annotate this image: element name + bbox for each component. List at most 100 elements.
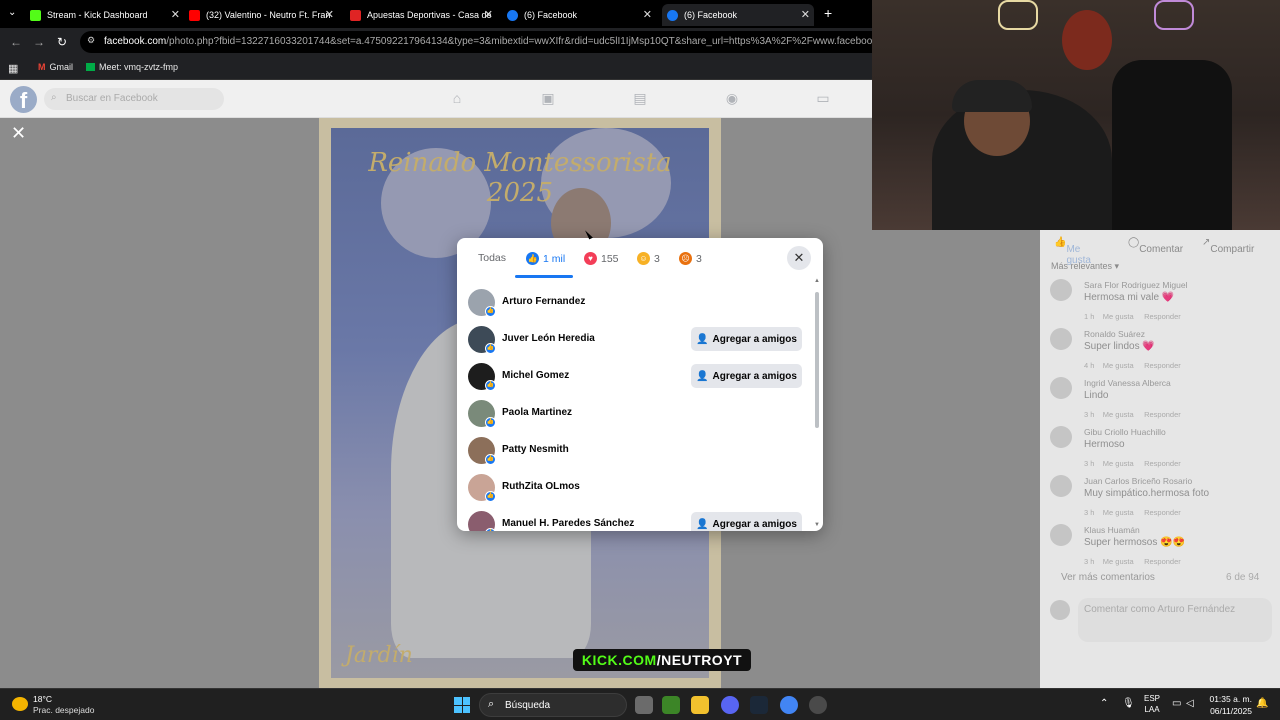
more-comments-link[interactable]: Ver más comentarios: [1061, 572, 1155, 583]
back-icon[interactable]: ←: [10, 35, 22, 49]
tab-care-reactions[interactable]: ☺ 3: [637, 252, 660, 265]
groups-icon[interactable]: ◉: [722, 90, 742, 108]
person-name[interactable]: Patty Nesmith: [502, 444, 569, 455]
tab-youtube[interactable]: (32) Valentino - Neutro Ft. Fran ✕: [189, 4, 334, 26]
avatar[interactable]: [1050, 328, 1072, 350]
volume-icon[interactable]: ◁: [1186, 698, 1194, 709]
person-name[interactable]: Manuel H. Paredes Sánchez: [502, 518, 634, 529]
close-dialog-button[interactable]: ✕: [787, 246, 811, 270]
comment-reply[interactable]: Responder: [1144, 557, 1181, 566]
close-tab-icon[interactable]: ✕: [325, 8, 334, 21]
minecraft-icon[interactable]: [662, 696, 680, 714]
scrollbar-thumb[interactable]: [815, 292, 819, 428]
bookmark-gmail[interactable]: M Gmail: [38, 62, 73, 72]
tab-facebook-2[interactable]: (6) Facebook ✕: [662, 4, 814, 26]
discord-icon[interactable]: [721, 696, 739, 714]
reactions-scrollbar[interactable]: ▲ ▼: [814, 278, 820, 528]
home-icon[interactable]: ⌂: [447, 90, 467, 108]
tab-kick-dashboard[interactable]: Stream - Kick Dashboard ✕: [30, 4, 180, 26]
tab-search-icon[interactable]: ⌄: [8, 7, 16, 18]
avatar[interactable]: [1050, 524, 1072, 546]
tab-apuestas[interactable]: Apuestas Deportivas - Casa de ✕: [350, 4, 493, 26]
marketplace-icon[interactable]: ▤: [630, 90, 650, 108]
microphone-icon[interactable]: 🎙: [1122, 698, 1135, 709]
tab-love-reactions[interactable]: ♥ 155: [584, 252, 619, 265]
new-tab-button[interactable]: +: [824, 5, 832, 21]
comment-like[interactable]: Me gusta: [1103, 459, 1134, 468]
close-tab-icon[interactable]: ✕: [484, 8, 493, 21]
close-tab-icon[interactable]: ✕: [643, 8, 652, 21]
comment-author[interactable]: Gibu Criollo Huachillo: [1084, 427, 1166, 437]
comment-like[interactable]: Me gusta: [1103, 312, 1134, 321]
obs-icon[interactable]: [809, 696, 827, 714]
add-friend-button[interactable]: 👤 Agregar a amigos: [691, 327, 802, 351]
person-name[interactable]: Paola Martinez: [502, 407, 572, 418]
apps-grid-icon[interactable]: ▦: [8, 62, 18, 75]
comment-like[interactable]: Me gusta: [1103, 557, 1134, 566]
scroll-down-icon[interactable]: ▼: [814, 522, 820, 528]
meet-icon: [86, 63, 95, 71]
reload-icon[interactable]: ↻: [57, 35, 67, 49]
comment-reply[interactable]: Responder: [1144, 459, 1181, 468]
facebook-search-input[interactable]: ⌕ Buscar en Facebook: [44, 88, 224, 110]
comment-author[interactable]: Juan Carlos Briceño Rosario: [1084, 476, 1192, 486]
avatar[interactable]: [1050, 377, 1072, 399]
tab-angry-reactions[interactable]: ☹ 3: [679, 252, 702, 265]
comment-like[interactable]: Me gusta: [1103, 508, 1134, 517]
bookmark-meet[interactable]: Meet: vmq-zvtz-fmp: [86, 62, 178, 72]
chrome-icon[interactable]: [780, 696, 798, 714]
url-field[interactable]: ⚙ facebook.com/photo.php?fbid=1322716033…: [80, 31, 872, 53]
like-button[interactable]: 👍 Me gusta: [1054, 237, 1091, 266]
steam-icon[interactable]: [750, 696, 768, 714]
facebook-logo[interactable]: f: [10, 86, 37, 113]
site-info-icon[interactable]: ⚙: [87, 35, 95, 46]
tab-facebook-1[interactable]: (6) Facebook ✕: [507, 4, 652, 26]
file-explorer-icon[interactable]: [691, 696, 709, 714]
taskbar-search[interactable]: ⌕ Búsqueda: [479, 693, 627, 717]
video-icon[interactable]: ▣: [538, 90, 558, 108]
comment-like[interactable]: Me gusta: [1103, 410, 1134, 419]
tab-label: 3: [654, 252, 660, 265]
language-indicator[interactable]: ESP LAA: [1140, 693, 1164, 715]
show-hidden-icons[interactable]: ⌃: [1100, 698, 1108, 709]
comment-author[interactable]: Klaus Huamán: [1084, 525, 1140, 535]
notifications-icon[interactable]: 🔔: [1256, 698, 1268, 709]
comment-reply[interactable]: Responder: [1144, 361, 1181, 370]
comment-author[interactable]: Sara Flor Rodriguez Miguel: [1084, 280, 1187, 290]
avatar[interactable]: [1050, 279, 1072, 301]
avatar[interactable]: [1050, 475, 1072, 497]
neon-sign: [1154, 0, 1194, 30]
tab-like-reactions[interactable]: 👍 1 mil: [526, 252, 565, 265]
forward-icon[interactable]: →: [33, 35, 45, 49]
tab-all-reactions[interactable]: Todas: [478, 252, 506, 264]
comment-reply[interactable]: Responder: [1144, 312, 1181, 321]
avatar[interactable]: [1050, 426, 1072, 448]
close-tab-icon[interactable]: ✕: [171, 8, 180, 21]
person-name[interactable]: Arturo Fernandez: [502, 296, 585, 307]
task-view-icon[interactable]: [635, 696, 653, 714]
comment-reply[interactable]: Responder: [1144, 410, 1181, 419]
windows-start-icon[interactable]: [454, 697, 470, 713]
person-name[interactable]: Michel Gomez: [502, 370, 569, 381]
comment-input[interactable]: Comentar como Arturo Fernández: [1078, 598, 1272, 642]
clock[interactable]: 01:35 a. m. 06/11/2025: [1200, 693, 1252, 717]
add-friend-button[interactable]: 👤 Agregar a amigos: [691, 364, 802, 388]
comment-placeholder: Comentar como Arturo Fernández: [1084, 604, 1236, 615]
close-tab-icon[interactable]: ✕: [801, 8, 810, 21]
comment-time: 3 h: [1084, 508, 1095, 517]
person-name[interactable]: Juver León Heredia: [502, 333, 595, 344]
network-icon[interactable]: ▭: [1172, 698, 1181, 709]
comment-reply[interactable]: Responder: [1144, 508, 1181, 517]
comment-author[interactable]: Ronaldo Suárez: [1084, 329, 1145, 339]
gaming-icon[interactable]: ▭: [813, 90, 833, 108]
scroll-up-icon[interactable]: ▲: [814, 278, 820, 284]
comment-filter[interactable]: Más relevantes ▾: [1051, 261, 1119, 272]
person-name[interactable]: RuthZita OLmos: [502, 481, 580, 492]
comment-button[interactable]: ◯ Comentar: [1128, 237, 1183, 255]
comment-meta: 1 h Me gusta Responder: [1084, 312, 1181, 321]
comment-author[interactable]: Ingrid Vanessa Alberca: [1084, 378, 1171, 388]
close-photo-icon[interactable]: ✕: [11, 123, 26, 144]
add-friend-button[interactable]: 👤 Agregar a amigos: [691, 512, 802, 531]
share-button[interactable]: ↗ Compartir: [1202, 237, 1254, 255]
comment-like[interactable]: Me gusta: [1103, 361, 1134, 370]
